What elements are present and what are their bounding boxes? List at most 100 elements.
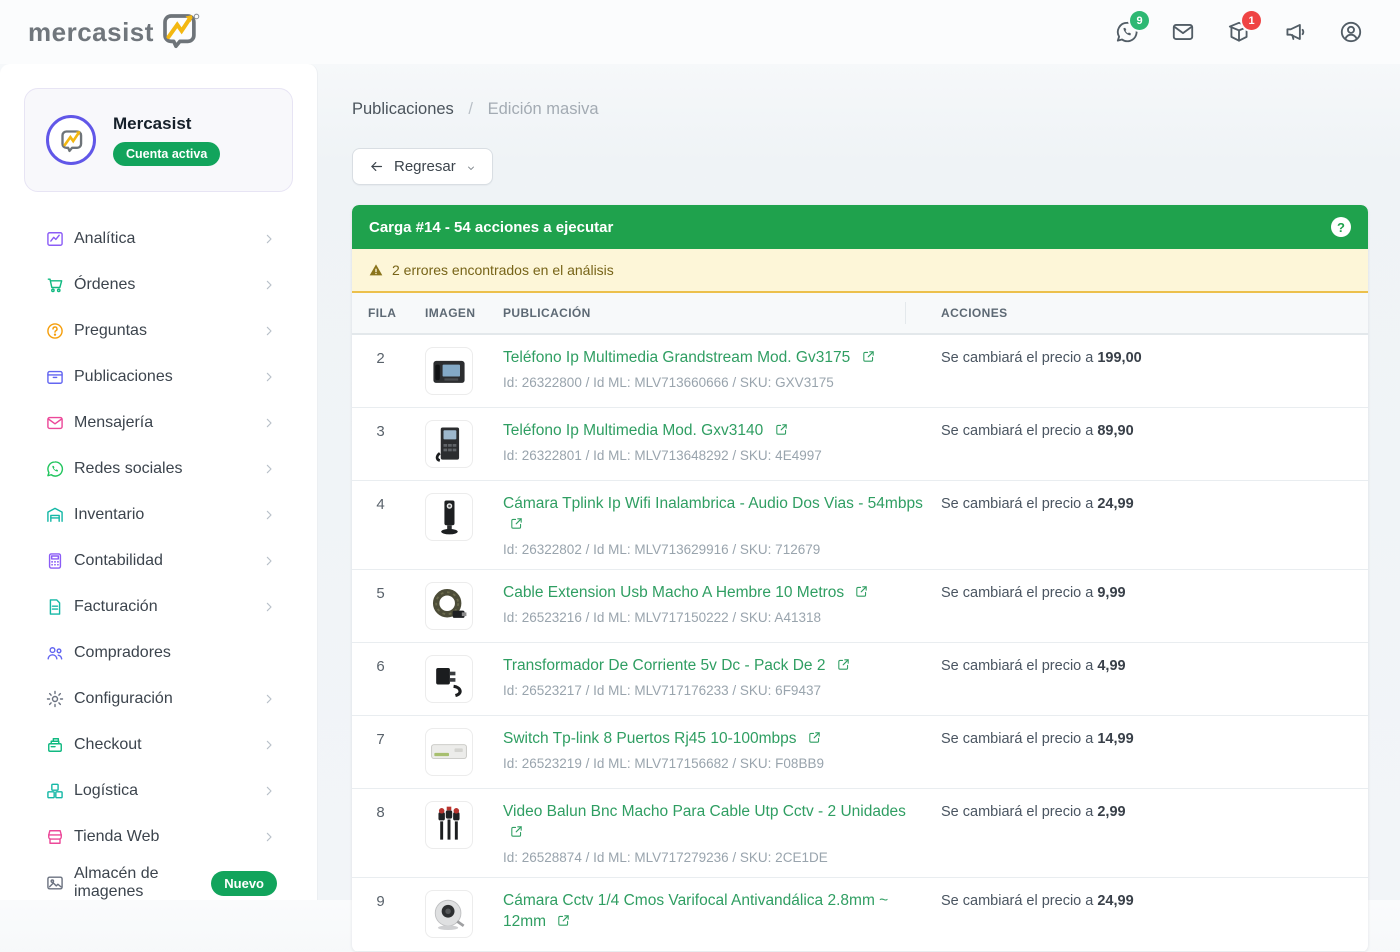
sidebar-item-tienda-web[interactable]: Tienda Web bbox=[0, 814, 317, 860]
sidebar-item-label: Preguntas bbox=[74, 322, 147, 339]
table-row: 4 Cámara Tplink Ip Wifi Inalambrica - Au… bbox=[352, 481, 1368, 570]
table-row: 2 Teléfono Ip Multimedia Grandstream Mod… bbox=[352, 335, 1368, 408]
action-text: Se cambiará el precio a 9,99 bbox=[941, 585, 1126, 601]
breadcrumb-separator: / bbox=[468, 100, 473, 118]
sidebar-item-label: Tienda Web bbox=[74, 828, 160, 845]
publication-link[interactable]: Teléfono Ip Multimedia Mod. Gxv3140 bbox=[503, 420, 929, 441]
store-icon bbox=[45, 827, 65, 847]
sidebar-item-label: Inventario bbox=[74, 506, 145, 523]
new-price: 14,99 bbox=[1097, 731, 1134, 747]
chevron-right-icon bbox=[261, 231, 277, 247]
publication-link[interactable]: Video Balun Bnc Macho Para Cable Utp Cct… bbox=[503, 801, 929, 843]
panel-header: Carga #14 - 54 acciones a ejecutar ? bbox=[352, 205, 1368, 249]
publication-link[interactable]: Switch Tp-link 8 Puertos Rj45 10-100mbps bbox=[503, 728, 929, 749]
sidebar-item-almacen-de-imagenes[interactable]: Almacén de imagenes Nuevo bbox=[0, 860, 317, 906]
register-icon bbox=[45, 735, 65, 755]
sidebar-item-mensajeria[interactable]: Mensajería bbox=[0, 400, 317, 446]
action-text: Se cambiará el precio a 2,99 bbox=[941, 804, 1126, 820]
chevron-right-icon bbox=[261, 737, 277, 753]
chevron-right-icon bbox=[261, 461, 277, 477]
chevron-right-icon bbox=[261, 277, 277, 293]
publication-link[interactable]: Teléfono Ip Multimedia Grandstream Mod. … bbox=[503, 347, 929, 368]
publication-link[interactable]: Cámara Cctv 1/4 Cmos Varifocal Antivandá… bbox=[503, 890, 929, 932]
table-body: 2 Teléfono Ip Multimedia Grandstream Mod… bbox=[352, 335, 1368, 952]
chart-icon bbox=[45, 229, 65, 249]
sidebar-item-redes-sociales[interactable]: Redes sociales bbox=[0, 446, 317, 492]
notification-badge: 1 bbox=[1242, 11, 1261, 30]
sidebar-item-compradores[interactable]: Compradores bbox=[0, 630, 317, 676]
new-price: 199,00 bbox=[1097, 350, 1142, 366]
sidebar-item-logistica[interactable]: Logística bbox=[0, 768, 317, 814]
new-price: 9,99 bbox=[1097, 585, 1126, 601]
help-icon bbox=[45, 321, 65, 341]
sidebar-item-label: Publicaciones bbox=[74, 368, 173, 385]
table-row: 6 Transformador De Corriente 5v Dc - Pac… bbox=[352, 643, 1368, 716]
balun-thumbnail bbox=[425, 801, 473, 849]
sidebar-item-preguntas[interactable]: Preguntas bbox=[0, 308, 317, 354]
column-header-imagen: IMAGEN bbox=[425, 306, 476, 320]
people-icon bbox=[45, 643, 65, 663]
external-link-icon bbox=[509, 824, 524, 839]
sidebar-item-configuracion[interactable]: Configuración bbox=[0, 676, 317, 722]
mail-icon[interactable] bbox=[1170, 19, 1196, 45]
chevron-down-icon bbox=[465, 161, 477, 173]
new-price: 4,99 bbox=[1097, 658, 1126, 674]
publication-link[interactable]: Cable Extension Usb Macho A Hembre 10 Me… bbox=[503, 582, 929, 603]
publication-meta: Id: 26322800 / Id ML: MLV713660666 / SKU… bbox=[503, 375, 834, 390]
action-text: Se cambiará el precio a 14,99 bbox=[941, 731, 1134, 747]
new-badge: Nuevo bbox=[211, 870, 277, 896]
desk-phone-thumbnail bbox=[425, 347, 473, 395]
sidebar-item-label: Mensajería bbox=[74, 414, 154, 431]
sidebar-item-analitica[interactable]: Analítica bbox=[0, 216, 317, 262]
back-button[interactable]: Regresar bbox=[352, 148, 493, 185]
sidebar-item-inventario[interactable]: Inventario bbox=[0, 492, 317, 538]
chevron-right-icon bbox=[261, 783, 277, 799]
publication-meta: Id: 26523217 / Id ML: MLV717176233 / SKU… bbox=[503, 683, 821, 698]
sidebar-item-label: Redes sociales bbox=[74, 460, 183, 477]
table-header: FILA IMAGEN PUBLICACIÓN ACCIONES bbox=[352, 293, 1368, 335]
package-icon[interactable]: 1 bbox=[1226, 11, 1261, 45]
warehouse-icon bbox=[45, 505, 65, 525]
publication-link[interactable]: Transformador De Corriente 5v Dc - Pack … bbox=[503, 655, 929, 676]
chevron-right-icon bbox=[261, 829, 277, 845]
breadcrumb: Publicaciones / Edición masiva bbox=[352, 100, 1368, 119]
column-header-publicacion: PUBLICACIÓN bbox=[503, 306, 591, 320]
profile-icon[interactable] bbox=[1338, 19, 1364, 45]
table-row: 3 Teléfono Ip Multimedia Mod. Gxv3140 Id… bbox=[352, 408, 1368, 481]
whatsapp-icon[interactable]: 9 bbox=[1114, 11, 1149, 45]
camera-stand-thumbnail bbox=[425, 493, 473, 541]
sidebar-item-facturacion[interactable]: Facturación bbox=[0, 584, 317, 630]
back-button-label: Regresar bbox=[394, 158, 456, 175]
sidebar-item-checkout[interactable]: Checkout bbox=[0, 722, 317, 768]
logo-text: mercasist bbox=[28, 16, 154, 47]
help-icon[interactable]: ? bbox=[1331, 217, 1351, 237]
megaphone-icon[interactable] bbox=[1282, 19, 1308, 45]
sidebar-item-label: Órdenes bbox=[74, 276, 136, 293]
sidebar-item-contabilidad[interactable]: Contabilidad bbox=[0, 538, 317, 584]
chevron-right-icon bbox=[261, 369, 277, 385]
row-number: 7 bbox=[376, 731, 385, 748]
top-header: mercasist 9 1 bbox=[0, 0, 1400, 64]
publication-link[interactable]: Cámara Tplink Ip Wifi Inalambrica - Audi… bbox=[503, 493, 929, 535]
chevron-right-icon bbox=[261, 323, 277, 339]
chevron-right-icon bbox=[261, 691, 277, 707]
chevron-right-icon bbox=[261, 599, 277, 615]
sidebar-item-label: Almacén de imagenes bbox=[74, 865, 159, 900]
sidebar-item-publicaciones[interactable]: Publicaciones bbox=[0, 354, 317, 400]
breadcrumb-parent[interactable]: Publicaciones bbox=[352, 100, 454, 118]
image-icon bbox=[45, 873, 65, 893]
box-icon bbox=[45, 367, 65, 387]
sidebar-item-label: Compradores bbox=[74, 644, 171, 661]
notification-badge: 9 bbox=[1130, 11, 1149, 30]
new-price: 89,90 bbox=[1097, 423, 1134, 439]
logo-mark-icon bbox=[158, 9, 200, 56]
chevron-right-icon bbox=[261, 415, 277, 431]
account-card[interactable]: Mercasist Cuenta activa bbox=[24, 88, 293, 192]
account-avatar bbox=[46, 115, 96, 165]
account-name: Mercasist bbox=[113, 114, 192, 133]
adapter-thumbnail bbox=[425, 655, 473, 703]
app-logo[interactable]: mercasist bbox=[28, 9, 200, 56]
table-row: 7 Switch Tp-link 8 Puertos Rj45 10-100mb… bbox=[352, 716, 1368, 789]
sidebar-item-label: Analítica bbox=[74, 230, 136, 247]
sidebar-item-ordenes[interactable]: Órdenes bbox=[0, 262, 317, 308]
